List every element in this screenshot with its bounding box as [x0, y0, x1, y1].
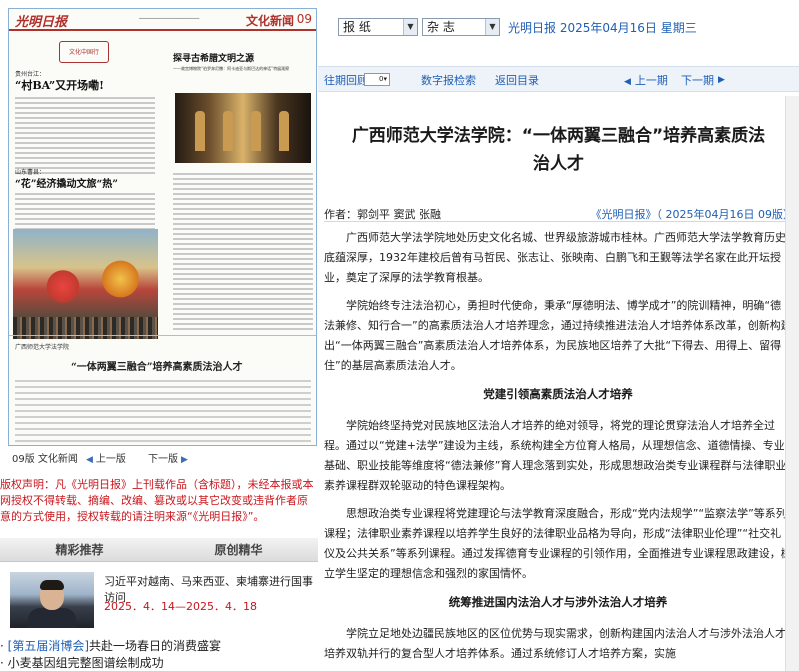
chevron-down-icon: ▼ — [485, 19, 499, 35]
article-source: 《光明日报》（ 2025年04月16日 09版） — [590, 208, 794, 221]
page-label: 09版 文化新闻 — [12, 454, 78, 465]
newspaper-page-image[interactable]: 光明日报 ━━━━━━━━━━━━━━━━━━━━ 文化新闻 09 文化中国行 … — [8, 8, 317, 446]
next-issue-arrow[interactable]: ▶ — [718, 72, 729, 85]
article-author: 作者：郭剑平 窦武 张融 — [324, 208, 441, 221]
triangle-right-icon: ▶ — [181, 455, 188, 465]
article-paragraph: 学院始终专注法治初心，勇担时代使命，秉承“厚德明法、博学成才”的院训精神，明确“… — [324, 299, 792, 372]
article-paragraph: 学院立足地处边疆民族地区的区位优势与现实需求，创新构建国内法治人才与涉外法治人才… — [324, 627, 786, 660]
paper-bottom-label: 广西师范大学法学院 — [15, 344, 70, 351]
paper-photo-exhibit — [175, 93, 311, 163]
list-item[interactable]: · [第五届消博会]共赴一场春日的消费盛宴 — [0, 638, 318, 655]
paper-section-title: 文化新闻 — [245, 14, 294, 28]
tab-original[interactable]: 原创精华 — [159, 538, 318, 562]
paper-logo: 光明日报 — [15, 15, 68, 30]
article-subheading: 党建引领高素质法治人才培养 — [483, 387, 633, 401]
left-panel: 光明日报 ━━━━━━━━━━━━━━━━━━━━ 文化新闻 09 文化中国行 … — [0, 0, 318, 671]
newspaper-select[interactable]: 报 纸 ▼ — [338, 18, 418, 36]
triangle-left-icon: ◀ — [624, 77, 631, 87]
next-issue-link[interactable]: 下一期 — [681, 72, 714, 88]
list-item[interactable]: · 小麦基因组完整图谱绘制成功 — [0, 655, 318, 671]
triangle-right-icon: ▶ — [718, 75, 725, 85]
paper-headline[interactable]: 探寻古希腊文明之源 — [173, 51, 254, 64]
article-scrollbar[interactable] — [785, 96, 799, 671]
paper-bottom-article[interactable]: 广西师范大学法学院 “一体两翼三融合”培养高素质法治人才 — [9, 335, 316, 445]
article-meta: 作者：郭剑平 窦武 张融 《光明日报》（ 2025年04月16日 09版） — [324, 204, 794, 222]
next-page-button[interactable]: 下一版 ▶ — [148, 450, 191, 470]
paper-photo-parade — [13, 229, 158, 339]
article-title: 广西师范大学法学院：“一体两翼三融合”培养高素质法 治人才 — [351, 126, 766, 174]
prev-page-button[interactable]: ◀ 上一版 — [86, 450, 126, 470]
copyright-notice: 版权声明：凡《光明日报》上刊载作品（含标题），未经本报或本网授权不得转载、摘编、… — [0, 478, 314, 523]
return-contents-link[interactable]: 返回目录 — [495, 72, 539, 88]
recommend-item[interactable]: 习近平对越南、马来西亚、柬埔寨进行国事访问 2025．4．14—2025．4．1… — [0, 570, 318, 632]
paper-page-number: 09 — [296, 12, 312, 26]
issue-date: 光明日报 2025年04月16日 星期三 — [508, 21, 697, 35]
recommend-thumbnail[interactable] — [10, 572, 94, 628]
top-toolbar: 报 纸 ▼ 杂 志 ▼ 光明日报 2025年04月16日 星期三 — [318, 0, 799, 60]
article: 广西师范大学法学院：“一体两翼三融合”培养高素质法 治人才 作者：郭剑平 窦武 … — [318, 96, 799, 671]
issue-nav-bar: 往期回顾 0▾ 数字报检索 返回目录 ◀ 上一期 下一期 ▶ — [318, 66, 799, 92]
recommend-list: · [第五届消博会]共赴一场春日的消费盛宴 · 小麦基因组完整图谱绘制成功 — [0, 638, 318, 671]
prev-issue-link[interactable]: ◀ 上一期 — [624, 72, 668, 88]
paper-headline[interactable]: “花”经济撬动文旅“热” — [15, 175, 118, 190]
chevron-down-icon: ▼ — [403, 19, 417, 35]
article-paragraph: 学院始终坚持党对民族地区法治人才培养的绝对领导，将党的理论贯穿法治人才培养全过程… — [324, 419, 787, 492]
article-paragraph: 广西师范大学法学院地处历史文化名城、世界级旅游城市桂林。广西师范大学法学教育历史… — [324, 231, 786, 284]
paper-headline[interactable]: “村BA”又开场嘞! — [15, 77, 104, 93]
back-issues-link[interactable]: 往期回顾 — [324, 72, 368, 88]
page-nav: 09版 文化新闻 ◀ 上一版 下一版 ▶ — [8, 450, 317, 470]
paper-subline: ——故宫博物院“伯罗奔尼撒：阿卡迪亚与斯巴达的神话”特展观察 — [173, 66, 290, 71]
recommend-date: 2025．4．14—2025．4．18 — [104, 600, 257, 613]
digital-search-link[interactable]: 数字报检索 — [421, 72, 476, 88]
right-panel: 报 纸 ▼ 杂 志 ▼ 光明日报 2025年04月16日 星期三 往期回顾 0▾… — [318, 0, 799, 671]
triangle-left-icon: ◀ — [86, 455, 93, 465]
paper-dateline: ━━━━━━━━━━━━━━━━━━━━ — [139, 16, 200, 22]
article-subheading: 统筹推进国内法治人才与涉外法治人才培养 — [448, 595, 668, 609]
article-body: 广西师范大学法学院地处历史文化名城、世界级旅游城市桂林。广西师范大学法学教育历史… — [324, 228, 792, 671]
paper-stamp: 文化中国行 — [59, 41, 109, 63]
article-paragraph: 思想政治类专业课程将党建理论与法学教育深度融合，形成“党内法规学”“监察法学”等… — [324, 507, 792, 580]
paper-text-block — [173, 173, 313, 333]
paper-bottom-headline[interactable]: “一体两翼三融合”培养高素质法治人才 — [71, 358, 243, 373]
paper-masthead: 光明日报 ━━━━━━━━━━━━━━━━━━━━ 文化新闻 09 — [9, 9, 316, 31]
paper-text-block — [15, 97, 155, 177]
back-issues-select[interactable]: 0▾ — [364, 73, 390, 86]
paper-text-block — [15, 380, 311, 445]
magazine-select[interactable]: 杂 志 ▼ — [422, 18, 500, 36]
recommend-tabs: 精彩推荐 原创精华 — [0, 538, 318, 562]
tab-featured[interactable]: 精彩推荐 — [0, 538, 159, 562]
paper-right-column: 探寻古希腊文明之源 ——故宫博物院“伯罗奔尼撒：阿卡迪亚与斯巴达的神话”特展观察 — [169, 33, 316, 333]
